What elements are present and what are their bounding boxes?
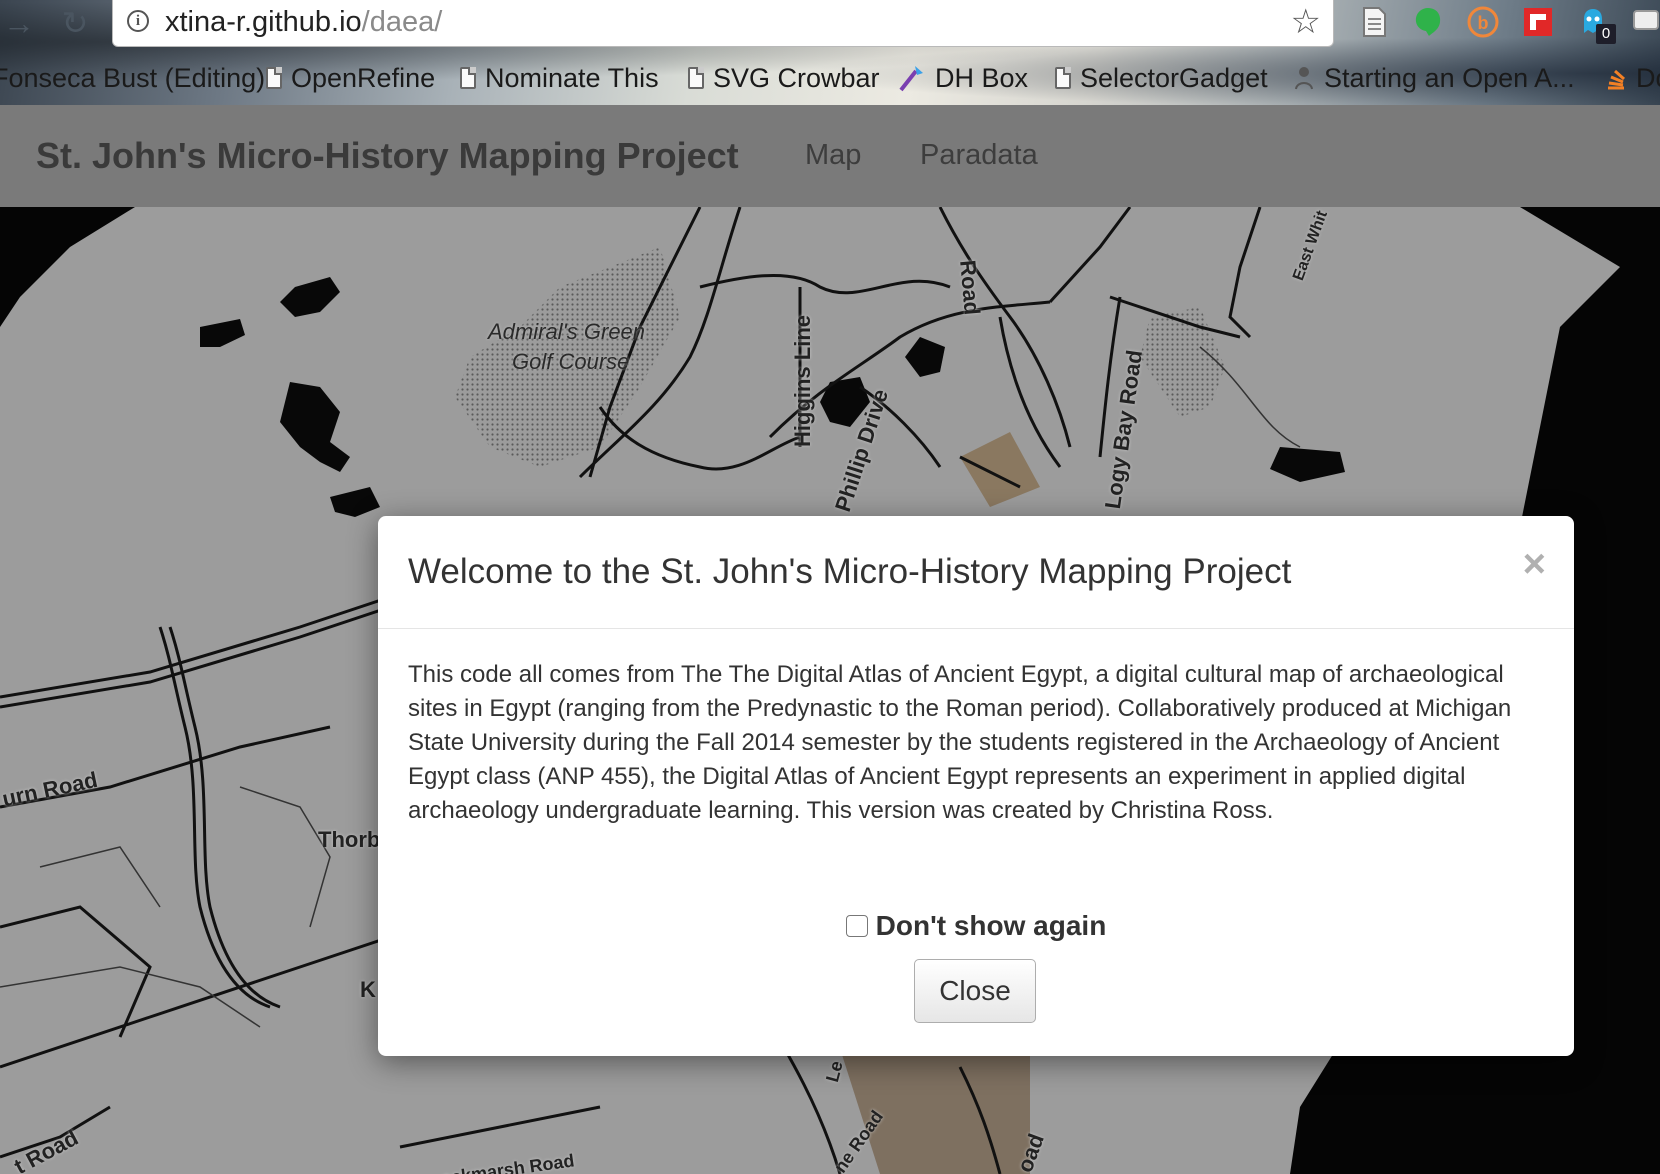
modal-header: Welcome to the St. John's Micro-History … [378,516,1574,629]
comment-extension-icon[interactable] [1630,5,1660,39]
road-label: Higgins Line [790,315,815,447]
nav-link-paradata[interactable]: Paradata [920,139,1038,172]
road-label: Thorb [318,827,381,852]
modal-title: Welcome to the St. John's Micro-History … [408,552,1292,591]
map-label: Golf Course [512,349,630,374]
bookmark-item[interactable]: SelectorGadget [1055,56,1268,100]
modal-body-text: This code all comes from The The Digital… [408,661,1512,824]
browser-chrome: → ↻ i xtina-r.github.io/daea/ ☆ b 0 Fons… [0,0,1660,105]
stack-icon [1608,69,1625,90]
svg-text:b: b [1478,13,1489,33]
document-extension-icon[interactable] [1357,5,1391,39]
site-info-icon[interactable]: i [127,10,149,32]
welcome-modal: Welcome to the St. John's Micro-History … [378,516,1574,1056]
bookmark-star-icon[interactable]: ☆ [1291,2,1321,42]
url-text[interactable]: xtina-r.github.io/daea/ [165,6,442,39]
bookmark-item[interactable]: DH Box [898,56,1028,100]
extension-badge: 0 [1596,24,1616,44]
road-label: Road [955,259,985,316]
reload-icon[interactable]: ↻ [56,4,94,42]
bookmark-item[interactable]: Do [1605,56,1660,100]
site-navbar: St. John's Micro-History Mapping Project… [0,105,1660,208]
close-icon[interactable]: × [1523,542,1546,587]
bookmark-item[interactable]: Fonseca Bust (Editing) [0,56,265,100]
page-icon [460,67,476,89]
bookmark-item[interactable]: SVG Crowbar [688,56,880,100]
forward-icon[interactable]: → [0,4,38,42]
page-icon [688,67,704,89]
nav-link-map[interactable]: Map [805,139,861,172]
site-brand[interactable]: St. John's Micro-History Mapping Project [36,135,739,177]
road-label: K [360,977,376,1002]
dont-show-checkbox[interactable] [845,915,868,937]
close-button[interactable]: Close [914,959,1036,1023]
map-label: Admiral's Green [488,319,646,344]
bookmarks-bar: Fonseca Bust (Editing) OpenRefine Nomina… [0,56,1660,100]
b-extension-icon[interactable]: b [1466,5,1500,39]
bookmark-item[interactable]: Nominate This [460,56,659,100]
page-icon [1055,67,1071,89]
dont-show-label[interactable]: Don't show again [876,910,1107,942]
dh-box-icon [899,66,923,92]
bookmark-item[interactable]: OpenRefine [266,56,435,100]
evernote-extension-icon[interactable] [1411,5,1445,39]
address-bar[interactable]: i xtina-r.github.io/daea/ ☆ [112,0,1334,47]
bookmark-item[interactable]: Starting an Open A... [1293,56,1575,100]
page-icon [266,67,282,89]
flipboard-extension-icon[interactable] [1521,5,1555,39]
dont-show-again[interactable]: Don't show again [378,910,1574,942]
person-icon [1295,67,1313,90]
